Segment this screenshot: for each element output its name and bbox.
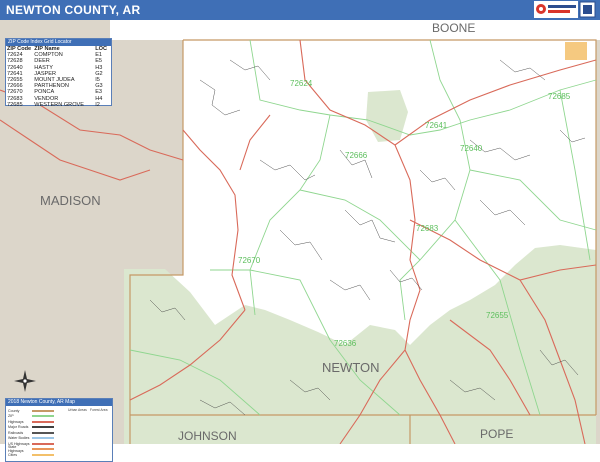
legend-swatch xyxy=(32,431,54,434)
legend-swatch xyxy=(32,420,54,423)
legend-item-label: Water Bodies xyxy=(8,436,30,441)
legend-item-label: County xyxy=(8,408,20,413)
legend-column-header: Forest Area xyxy=(90,408,108,412)
title-bar: NEWTON COUNTY, AR xyxy=(0,0,600,21)
legend-column-header: Urban Areas xyxy=(68,408,87,412)
legend-item-label: Highways xyxy=(8,419,24,424)
legend-swatch xyxy=(32,415,54,418)
legend-header: 2018 Newton County, AR Map xyxy=(6,399,112,406)
legend-swatch xyxy=(32,426,54,429)
legend-item-label: Major Roads xyxy=(8,425,29,430)
county-label-johnson: JOHNSON xyxy=(178,429,237,443)
legend-rows: County ZIP Highways Major Roads Railroads Wat… xyxy=(8,408,110,458)
county-label-madison: MADISON xyxy=(40,193,101,208)
legend-item: Cities xyxy=(8,452,110,458)
zip-index-panel: ZIP Code Index Grid Locator ZIP Code ZIP… xyxy=(5,38,112,108)
zip-label-72636: 72636 xyxy=(334,339,357,348)
legend-swatch xyxy=(32,409,54,412)
zip-index-header: ZIP Code Index Grid Locator xyxy=(6,39,111,46)
zip-index-table: ZIP Code ZIP Name LOC 72624 COMPTON E1 7262… xyxy=(6,46,111,108)
zip-label-72624: 72624 xyxy=(290,79,313,88)
compass-icon xyxy=(14,370,36,392)
city-area xyxy=(565,42,587,60)
county-label-pope: POPE xyxy=(480,427,513,441)
zip-index-row: 72685 WESTERN GROVE I2 xyxy=(6,102,111,108)
zip-label-72655: 72655 xyxy=(486,311,509,320)
legend-item-label: Railroads xyxy=(8,430,24,435)
map-legend: 2018 Newton County, AR Map County ZIP High… xyxy=(5,398,113,462)
zip-label-72683: 72683 xyxy=(416,224,439,233)
legend-swatch xyxy=(32,448,54,451)
zip-loc-cell: I2 xyxy=(95,101,100,108)
legend-item-label: Cities xyxy=(8,452,17,457)
legend-item-label: ZIP xyxy=(8,414,14,419)
zip-code-cell: 72685 xyxy=(7,101,23,108)
zip-label-72640: 72640 xyxy=(460,144,483,153)
county-label-boone: BOONE xyxy=(432,21,475,35)
legend-swatch xyxy=(32,453,54,456)
county-label-newton: NEWTON xyxy=(322,360,380,375)
zip-name-cell: WESTERN GROVE xyxy=(34,101,85,108)
zip-label-72685: 72685 xyxy=(548,92,571,101)
zip-label-72666: 72666 xyxy=(345,151,368,160)
brand-logo xyxy=(534,1,596,18)
page-title: NEWTON COUNTY, AR xyxy=(6,3,141,17)
map-canvas[interactable]: BOONE MADISON NEWTON JOHNSON POPE 72624 … xyxy=(0,20,600,462)
zip-label-72641: 72641 xyxy=(425,121,448,130)
zip-label-72670: 72670 xyxy=(238,256,261,265)
legend-swatch xyxy=(32,437,54,440)
